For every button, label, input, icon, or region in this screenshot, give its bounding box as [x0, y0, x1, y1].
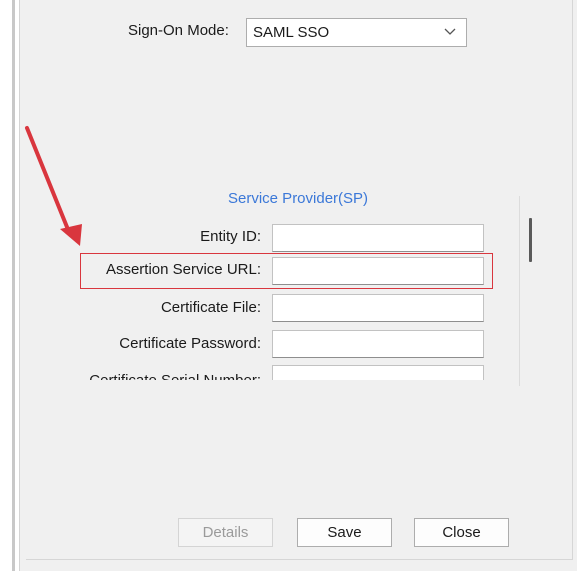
sign-on-mode-select[interactable]: SAML SSO	[246, 18, 467, 47]
certificate-file-field[interactable]	[272, 294, 484, 322]
details-button[interactable]: Details	[178, 518, 273, 547]
entity-id-label: Entity ID:	[200, 228, 261, 245]
scroll-clip-edge	[60, 380, 530, 386]
save-button[interactable]: Save	[297, 518, 392, 547]
section-title: Service Provider(SP)	[228, 190, 369, 207]
entity-id-field[interactable]	[272, 224, 484, 252]
assertion-service-url-field[interactable]	[272, 257, 484, 285]
close-button[interactable]: Close	[414, 518, 509, 547]
scrollbar-track[interactable]	[519, 196, 520, 386]
certificate-file-label: Certificate File:	[160, 299, 261, 316]
certificate-password-field[interactable]	[272, 330, 484, 358]
window-edge	[12, 0, 15, 571]
assertion-service-url-label: Assertion Service URL:	[105, 261, 261, 278]
certificate-password-label: Certificate Password:	[119, 335, 261, 352]
chevron-down-icon	[444, 28, 456, 35]
sign-on-mode-value: SAML SSO	[253, 24, 330, 41]
sign-on-mode-label: Sign-On Mode:	[128, 22, 229, 39]
scrollbar-thumb[interactable]	[529, 218, 532, 262]
